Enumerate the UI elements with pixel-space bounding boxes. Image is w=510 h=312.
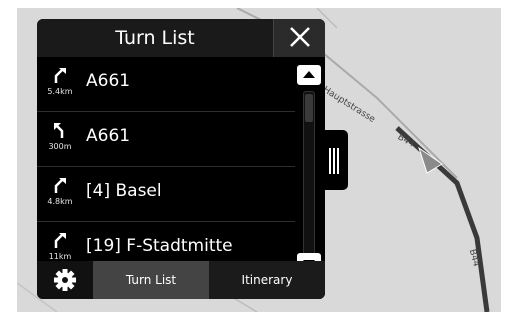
turn-distance: 5.4km [47, 87, 73, 96]
tab-itinerary[interactable]: Itinerary [209, 261, 325, 299]
panel-handle[interactable] [322, 130, 348, 190]
scroll-thumb[interactable] [305, 94, 313, 122]
turn-road-name: A661 [86, 126, 131, 146]
turn-slight-left-icon [54, 123, 64, 138]
settings-button[interactable] [37, 261, 93, 299]
turn-distance: 300m [48, 142, 72, 151]
scrollbar[interactable] [295, 57, 325, 279]
turn-list-panel: Turn List 5.4km A661 300m A661 4.8km [4]… [37, 19, 325, 299]
gear-icon [54, 269, 76, 291]
tab-bar: Turn List Itinerary [37, 261, 325, 299]
turn-distance: 4.8km [47, 197, 73, 206]
turn-road-name: [4] Basel [86, 181, 162, 201]
close-button[interactable] [273, 19, 325, 57]
grip-icon [329, 148, 339, 174]
turn-row[interactable]: 300m A661 [37, 112, 295, 167]
panel-header: Turn List [37, 19, 325, 57]
scroll-up-button[interactable] [297, 65, 321, 85]
turn-road-name: [19] F-Stadtmitte [86, 236, 233, 256]
turn-slight-right-icon [54, 68, 66, 83]
scroll-track[interactable] [303, 91, 315, 255]
turn-distance: 11km [48, 252, 72, 261]
turn-slight-right-icon [54, 233, 66, 248]
tab-turn-list[interactable]: Turn List [93, 261, 209, 299]
close-icon [290, 27, 310, 47]
turn-slight-right-icon [54, 178, 66, 193]
chevron-up-icon [303, 71, 315, 78]
route-line [395, 126, 490, 312]
panel-title: Turn List [115, 27, 195, 49]
turn-list: 5.4km A661 300m A661 4.8km [4] Basel 11k… [37, 57, 295, 279]
turn-row[interactable]: 5.4km A661 [37, 57, 295, 112]
turn-row[interactable]: 4.8km [4] Basel [37, 167, 295, 222]
turn-road-name: A661 [86, 71, 131, 91]
